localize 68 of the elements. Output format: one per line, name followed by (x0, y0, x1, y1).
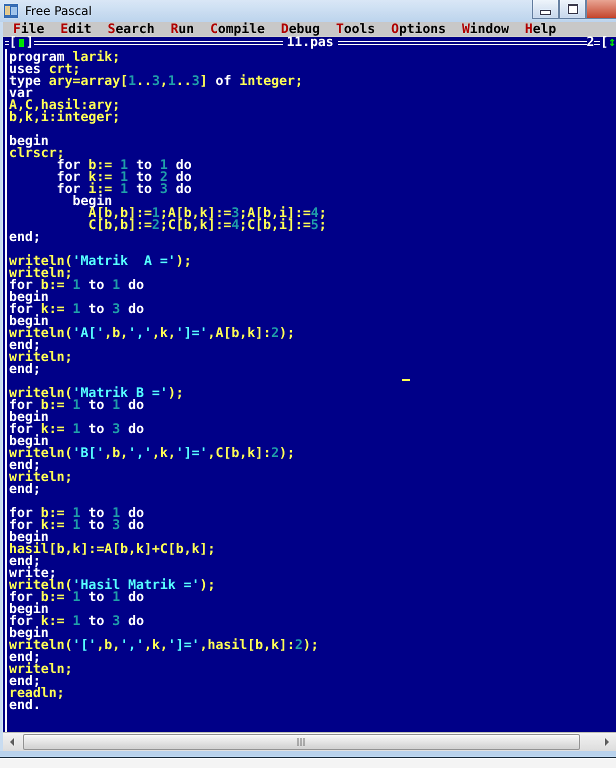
code-line: begin (9, 136, 49, 148)
menu-item[interactable]: Help (524, 22, 556, 37)
zoom-box[interactable]: [↕ (600, 37, 616, 49)
scroll-thumb[interactable] (23, 734, 580, 750)
code-line: end; (9, 652, 41, 664)
menu-item[interactable]: Search (108, 22, 155, 37)
app-icon (3, 3, 19, 19)
code-line: writeln; (9, 472, 74, 484)
menu-item[interactable]: Debug (280, 22, 320, 37)
menu-item[interactable]: Tools (336, 22, 376, 37)
code-line: writeln('Matrik B ='); (9, 388, 185, 400)
menu-item[interactable]: File (13, 22, 44, 37)
code-line: program larik; (9, 52, 122, 64)
bracket: ] (26, 37, 34, 49)
code-line: hasil[b,k]:=A[b,k]+C[b,k]; (9, 544, 216, 556)
close-box-icon[interactable] (18, 39, 24, 47)
code-line: writeln; (9, 664, 74, 676)
grip-icon (297, 738, 306, 746)
bracket: [ (9, 37, 17, 49)
code-line: writeln('B[',b,',',k,']=',C[b,k]:2); (9, 448, 296, 460)
code-line: end; (9, 364, 41, 376)
menu-item[interactable]: Compile (210, 22, 265, 37)
code-line: for b:= 1 to 1 do (9, 508, 146, 520)
text-cursor (402, 379, 410, 381)
code-line: begin (9, 628, 49, 640)
horizontal-scrollbar[interactable] (3, 732, 616, 751)
menu-item[interactable]: Edit (60, 22, 92, 37)
code-line: begin (9, 604, 49, 616)
code-line: var (9, 88, 33, 100)
code-line: begin (72, 196, 112, 208)
menu-item[interactable]: Options (391, 22, 446, 37)
code-line: end; (9, 232, 42, 244)
code-line: end; (9, 484, 41, 496)
code-line: clrscr; (9, 148, 65, 160)
code-line: C[b,b]:=2;C[b,k]:=4;C[b,i]:=5; (87, 220, 328, 232)
code-line: write; (9, 568, 57, 580)
code-line: end; (9, 340, 41, 352)
code-line: end; (9, 676, 41, 688)
code-line: writeln('A[',b,',',k,']=',A[b,k]:2); (9, 328, 296, 340)
code-line: b,k,i:integer; (9, 112, 122, 124)
code-line: writeln('[',b,',',k,']=',hasil[b,k]:2); (9, 640, 320, 652)
left-arrow-icon[interactable] (9, 738, 15, 746)
code-line: writeln; (9, 352, 74, 364)
maximize-button[interactable] (559, 0, 586, 19)
right-arrow-icon[interactable] (604, 738, 610, 746)
code-line: end. (9, 700, 41, 712)
code-line: A,C,hasil:ary; (9, 100, 122, 112)
menu-item[interactable]: Run (170, 22, 194, 37)
code-line: type ary=array[1..3,1..3] of integer; (9, 76, 304, 88)
code-line: writeln('Matrik A ='); (9, 256, 193, 268)
code-line: readln; (9, 688, 66, 700)
code-line: end; (9, 556, 41, 568)
code-line: for b:= 1 to 1 do (56, 160, 193, 172)
code-line: end; (9, 460, 41, 472)
minimize-button[interactable] (532, 0, 559, 19)
code-line: begin (9, 532, 49, 544)
code-line: writeln; (9, 268, 74, 280)
code-line: begin (9, 412, 49, 424)
code-line: begin (9, 292, 49, 304)
window-number: 2 (586, 37, 594, 49)
window-title: Free Pascal (25, 4, 92, 18)
code-line: writeln('Hasil Matrik ='); (9, 580, 216, 592)
menu-item[interactable]: Window (462, 22, 509, 37)
file-title: 11.pas (286, 37, 335, 49)
code-line: A[b,b]:=1;A[b,k]:=3;A[b,i]:=4; (88, 208, 328, 220)
code-line: begin (9, 436, 49, 448)
code-line: uses crt; (9, 64, 80, 76)
code-line: begin (9, 316, 49, 328)
